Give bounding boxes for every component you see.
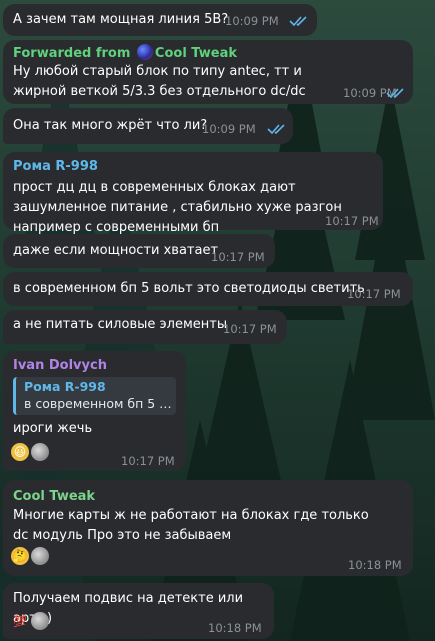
- message-bubble[interactable]: Она так много жрёт что ли? 10:09 PM: [3, 108, 293, 144]
- forwarded-avatar: [136, 44, 153, 60]
- message-text: прост дц дц в современных блоках дают за…: [13, 180, 342, 235]
- message-bubble[interactable]: а не питать силовые элементы 10:17 PM: [3, 310, 287, 344]
- message-bubble[interactable]: Cool Tweak Многие карты ж не работают на…: [3, 480, 413, 576]
- message-bubble[interactable]: Рома R-998 прост дц дц в современных бло…: [3, 152, 383, 235]
- message-text: в современном бп 5 вольт это светодиоды …: [13, 281, 365, 296]
- message-time: 10:17 PM: [121, 454, 175, 468]
- reactions[interactable]: 😃: [11, 443, 49, 465]
- message-time: 10:17 PM: [347, 287, 401, 301]
- user-avatar: [31, 612, 49, 630]
- reply-text: в современном бп 5 …: [24, 396, 172, 411]
- user-avatar: [31, 443, 49, 461]
- reactions[interactable]: 🤔: [11, 547, 49, 569]
- thinking-face-emoji[interactable]: 🤔: [11, 547, 29, 565]
- message-time: 10:17 PM: [211, 250, 265, 264]
- message-text: Многие карты ж не работают на блоках где…: [13, 508, 369, 543]
- forwarded-header[interactable]: Forwarded from Cool Tweak: [13, 44, 237, 63]
- message-time: 10:09 PM: [225, 14, 279, 28]
- message-time: 10:17 PM: [325, 214, 379, 228]
- read-double-check-icon: [267, 124, 285, 135]
- message-text: ироги жечь: [13, 421, 93, 436]
- message-time: 10:17 PM: [223, 322, 277, 336]
- read-double-check-icon: [289, 16, 307, 27]
- message-bubble[interactable]: А зачем там мощная линия 5В? 10:09 PM: [3, 4, 317, 36]
- hundred-points-emoji[interactable]: 💯: [11, 612, 29, 630]
- message-time: 10:18 PM: [208, 621, 262, 635]
- read-double-check-icon: [386, 88, 404, 99]
- reply-preview[interactable]: Рома R-998 в современном бп 5 …: [13, 377, 176, 415]
- sender-name[interactable]: Ivan Dolvych: [13, 357, 107, 375]
- message-time: 10:18 PM: [348, 558, 402, 572]
- forwarded-label: Forwarded from: [13, 46, 131, 61]
- sender-name[interactable]: Рома R-998: [13, 158, 98, 176]
- message-bubble[interactable]: даже если мощности хватает 10:17 PM: [3, 234, 275, 268]
- message-bubble[interactable]: Forwarded from Cool Tweak Ну любой стары…: [3, 40, 413, 104]
- grinning-face-emoji[interactable]: 😃: [11, 443, 29, 461]
- message-bubble[interactable]: Получаем подвис на детекте или арты) 💯 1…: [3, 583, 274, 639]
- message-bubble[interactable]: в современном бп 5 вольт это светодиоды …: [3, 272, 413, 306]
- message-text: Ну любой старый блок по типу antec, тт и…: [13, 64, 306, 99]
- reply-author: Рома R-998: [24, 379, 106, 394]
- forwarded-from-name: Cool Tweak: [154, 46, 237, 61]
- reactions[interactable]: 💯: [11, 612, 49, 634]
- message-bubble[interactable]: Ivan Dolvych Рома R-998 в современном бп…: [3, 351, 186, 471]
- sender-name[interactable]: Cool Tweak: [13, 488, 95, 506]
- user-avatar: [31, 547, 49, 565]
- message-time: 10:09 PM: [202, 122, 256, 136]
